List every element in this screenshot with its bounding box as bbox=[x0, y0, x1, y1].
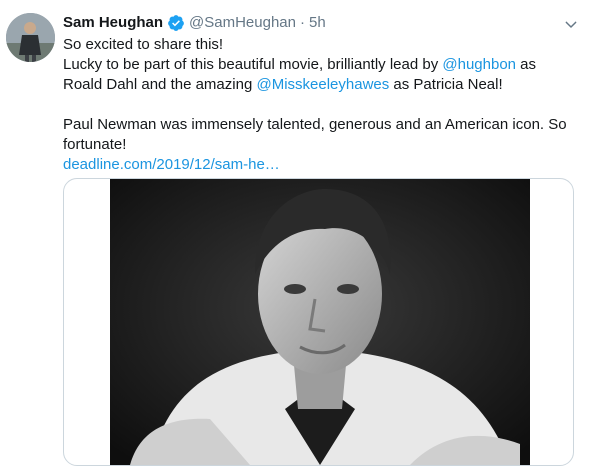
verified-badge-icon bbox=[168, 15, 184, 31]
timestamp[interactable]: 5h bbox=[309, 12, 326, 34]
tweet-line: So excited to share this! bbox=[63, 35, 578, 55]
avatar-image bbox=[6, 13, 55, 62]
text-segment: as Patricia Neal! bbox=[389, 76, 503, 93]
tweet-line: deadline.com/2019/12/sam-he… bbox=[63, 155, 578, 175]
separator-dot: · bbox=[300, 14, 305, 31]
tweet-content: Sam Heughan @SamHeughan · 5h So excited … bbox=[63, 12, 578, 175]
avatar[interactable] bbox=[6, 13, 55, 62]
tweet-line: Lucky to be part of this beautiful movie… bbox=[63, 55, 578, 75]
chevron-down-icon[interactable] bbox=[563, 17, 579, 33]
tweet-line: fortunate! bbox=[63, 135, 578, 155]
tweet-card[interactable]: Sam Heughan @SamHeughan · 5h So excited … bbox=[0, 0, 599, 475]
text-segment: Roald Dahl and the amazing bbox=[63, 76, 257, 93]
author-name[interactable]: Sam Heughan bbox=[63, 12, 163, 34]
text-segment: Lucky to be part of this beautiful movie… bbox=[63, 56, 443, 73]
tweet-line: Roald Dahl and the amazing @Misskeeleyha… bbox=[63, 75, 578, 95]
media-photo[interactable] bbox=[110, 179, 530, 465]
tweet-text: So excited to share this! Lucky to be pa… bbox=[63, 35, 578, 175]
text-segment: Paul Newman was immensely talented, gene… bbox=[63, 116, 567, 133]
text-segment: fortunate! bbox=[63, 136, 127, 153]
text-segment: as bbox=[516, 56, 537, 73]
media-card[interactable] bbox=[63, 178, 574, 466]
tweet-line: Paul Newman was immensely talented, gene… bbox=[63, 115, 578, 135]
mention-link-misskeeleyhawes[interactable]: @Misskeeleyhawes bbox=[256, 76, 389, 93]
mention-link-hughbon[interactable]: @hughbon bbox=[442, 56, 516, 73]
tweet-header: Sam Heughan @SamHeughan · 5h bbox=[63, 12, 578, 34]
article-link[interactable]: deadline.com/2019/12/sam-he… bbox=[63, 156, 280, 173]
text-segment: So excited to share this! bbox=[63, 36, 224, 53]
author-handle[interactable]: @SamHeughan bbox=[189, 12, 296, 34]
portrait-image bbox=[110, 179, 530, 465]
